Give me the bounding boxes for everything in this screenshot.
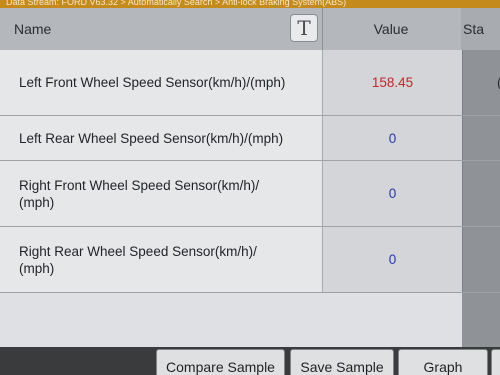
compare-sample-button[interactable]: Compare Sample <box>156 349 285 375</box>
row-value: 158.45 <box>322 50 462 115</box>
save-sample-button[interactable]: Save Sample <box>290 349 394 375</box>
column-header-value: Value <box>373 21 409 37</box>
row-value: 0 <box>322 161 462 226</box>
column-header-status: Sta <box>461 8 500 50</box>
row-status <box>462 227 500 292</box>
more-button[interactable] <box>491 349 500 375</box>
row-status: ( <box>462 50 500 115</box>
row-value: 0 <box>322 227 462 292</box>
row-name: Right Front Wheel Speed Sensor(km/h)/ (m… <box>0 161 322 226</box>
graph-button[interactable]: Graph <box>398 349 488 375</box>
column-header-name: Name <box>14 21 52 37</box>
row-status <box>462 116 500 160</box>
column-header-status-label: Sta <box>463 21 485 37</box>
table-header: Name T Value Sta <box>0 8 500 51</box>
table-row[interactable]: Left Rear Wheel Speed Sensor(km/h)/(mph)… <box>0 116 500 161</box>
row-name: Left Front Wheel Speed Sensor(km/h)/(mph… <box>0 50 322 115</box>
table-row[interactable]: Right Front Wheel Speed Sensor(km/h)/ (m… <box>0 161 500 227</box>
status-column-filler <box>462 293 500 347</box>
row-name: Left Rear Wheel Speed Sensor(km/h)/(mph) <box>0 116 322 160</box>
table-empty-area <box>0 293 500 347</box>
text-size-icon[interactable]: T <box>290 14 318 42</box>
table-row[interactable]: Right Rear Wheel Speed Sensor(km/h)/ (mp… <box>0 227 500 293</box>
row-status <box>462 161 500 226</box>
table-row[interactable]: Left Front Wheel Speed Sensor(km/h)/(mph… <box>0 50 500 116</box>
breadcrumb: Data Stream: FORD V63.32 > Automatically… <box>0 0 500 8</box>
row-name: Right Rear Wheel Speed Sensor(km/h)/ (mp… <box>0 227 322 292</box>
data-stream-screen: Data Stream: FORD V63.32 > Automatically… <box>0 0 500 375</box>
row-value: 0 <box>322 116 462 160</box>
